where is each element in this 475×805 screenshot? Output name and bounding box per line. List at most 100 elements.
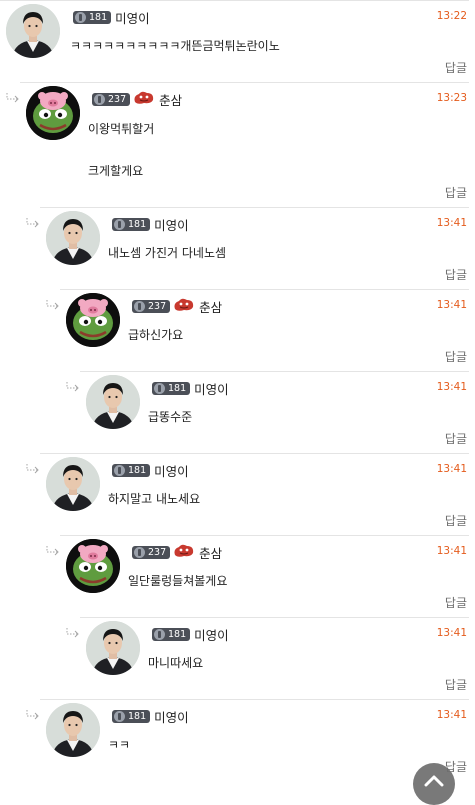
red-blob-icon (130, 90, 155, 109)
comment-meta: 181 미영이 (112, 461, 189, 480)
nickname[interactable]: 미영이 (154, 215, 189, 234)
reply-button[interactable]: 답글 (445, 512, 467, 529)
person-avatar[interactable] (86, 375, 140, 429)
level-badge: 181 (152, 627, 191, 641)
level-icon (154, 382, 165, 394)
comment-meta: 181 미영이 (112, 707, 189, 726)
nickname[interactable]: 미영이 (154, 707, 189, 726)
nickname[interactable]: 미영이 (194, 625, 229, 644)
comment-meta: 237 춘삼 (92, 90, 182, 109)
comment-text: 급하신가요 (128, 328, 184, 342)
reply-indent-icon (26, 213, 40, 228)
nickname[interactable]: 춘삼 (159, 90, 182, 109)
comment-text: 이왕먹튀할거 (88, 122, 155, 136)
level-number: 237 (108, 93, 127, 105)
red-blob-icon (170, 543, 195, 562)
reply-button[interactable]: 답글 (445, 266, 467, 283)
level-badge: 237 (92, 92, 131, 106)
level-badge: 181 (112, 217, 151, 231)
comment-text: 일단룰렁들쳐볼게요 (128, 574, 228, 588)
comment-meta: 181 미영이 (112, 215, 189, 234)
nickname[interactable]: 미영이 (115, 8, 150, 27)
level-badge: 181 (112, 709, 151, 723)
red-blob-icon (170, 297, 195, 316)
level-number: 181 (168, 628, 187, 640)
person-avatar[interactable] (46, 211, 100, 265)
comment-item: 181 미영이 13:41 ㅋㅋ 답글 (0, 699, 469, 784)
reply-button[interactable]: 답글 (445, 594, 467, 611)
reply-button[interactable]: 답글 (445, 59, 467, 76)
comment-item: 181 미영이 13:22 ㅋㅋㅋㅋㅋㅋㅋㅋㅋㅋ개뜬금먹튀논란이노답글 (0, 0, 469, 82)
reply-indent-icon (46, 295, 60, 310)
level-icon (114, 464, 125, 476)
chevron-up-icon (424, 775, 444, 787)
timestamp: 13:41 (436, 545, 467, 557)
reply-button[interactable]: 답글 (445, 348, 467, 365)
comment-item: 237 춘삼 13:41 일단룰렁들쳐볼게요답글 (0, 535, 469, 617)
comment-item: 181 미영이 13:41 급똥수준 답글 (0, 371, 469, 453)
timestamp: 13:23 (436, 92, 467, 104)
reply-indent-icon (66, 377, 80, 392)
timestamp: 13:41 (436, 709, 467, 721)
comment-text: 내노셈 가진거 다네노셈 (108, 246, 227, 260)
level-number: 237 (148, 300, 167, 312)
level-number: 181 (89, 11, 108, 23)
reply-indent-icon (46, 541, 60, 556)
scroll-to-top-button[interactable] (413, 763, 455, 805)
timestamp: 13:41 (436, 381, 467, 393)
timestamp: 13:41 (436, 299, 467, 311)
level-icon (134, 546, 145, 558)
comment-meta: 181 미영이 (152, 379, 229, 398)
comment-text: 하지말고 내노세요 (108, 492, 201, 506)
nickname[interactable]: 미영이 (154, 461, 189, 480)
pepe-avatar[interactable] (26, 86, 80, 140)
person-avatar[interactable] (6, 4, 60, 58)
timestamp: 13:41 (436, 463, 467, 475)
level-number: 237 (148, 546, 167, 558)
reply-indent-icon (26, 459, 40, 474)
level-badge: 237 (132, 545, 171, 559)
level-icon (114, 710, 125, 722)
comment-item: 181 미영이 13:41 하지말고 내노세요답글 (0, 453, 469, 535)
comment-text: 크게할게요 (88, 164, 144, 178)
level-badge: 237 (132, 299, 171, 313)
nickname[interactable]: 미영이 (194, 379, 229, 398)
nickname[interactable]: 춘삼 (199, 543, 222, 562)
comment-item: 237 춘삼 13:23 이왕먹튀할거크게할게요답글 (0, 82, 469, 207)
comment-text: 마니따세요 (148, 656, 204, 670)
level-badge: 181 (73, 10, 112, 24)
nickname[interactable]: 춘삼 (199, 297, 222, 316)
reply-button[interactable]: 답글 (445, 430, 467, 447)
timestamp: 13:22 (436, 10, 467, 22)
level-icon (134, 300, 145, 312)
reply-button[interactable]: 답글 (445, 676, 467, 693)
level-icon (114, 218, 125, 230)
person-avatar[interactable] (46, 457, 100, 511)
level-badge: 181 (152, 381, 191, 395)
timestamp: 13:41 (436, 627, 467, 639)
comment-meta: 237 춘삼 (132, 543, 222, 562)
comment-meta: 181 미영이 (152, 625, 229, 644)
comment-meta: 181 미영이 (73, 8, 150, 27)
reply-button[interactable]: 답글 (445, 184, 467, 201)
comment-item: 181 미영이 13:41 마니따세요답글 (0, 617, 469, 699)
level-icon (75, 11, 86, 23)
person-avatar[interactable] (86, 621, 140, 675)
person-avatar[interactable] (46, 703, 100, 757)
comment-item: 237 춘삼 13:41 급하신가요답글 (0, 289, 469, 371)
comment-item: 181 미영이 13:41 내노셈 가진거 다네노셈답글 (0, 207, 469, 289)
comment-meta: 237 춘삼 (132, 297, 222, 316)
timestamp: 13:41 (436, 217, 467, 229)
level-number: 181 (128, 218, 147, 230)
level-number: 181 (128, 710, 147, 722)
reply-indent-icon (66, 623, 80, 638)
comment-text: ㅋㅋㅋㅋㅋㅋㅋㅋㅋㅋ개뜬금먹튀논란이노 (70, 39, 280, 53)
pepe-avatar[interactable] (66, 539, 120, 593)
level-icon (94, 93, 105, 105)
comment-text: ㅋㅋ (108, 738, 131, 752)
level-number: 181 (168, 382, 187, 394)
reply-indent-icon (6, 88, 20, 103)
pepe-avatar[interactable] (66, 293, 120, 347)
level-badge: 181 (112, 463, 151, 477)
level-number: 181 (128, 464, 147, 476)
